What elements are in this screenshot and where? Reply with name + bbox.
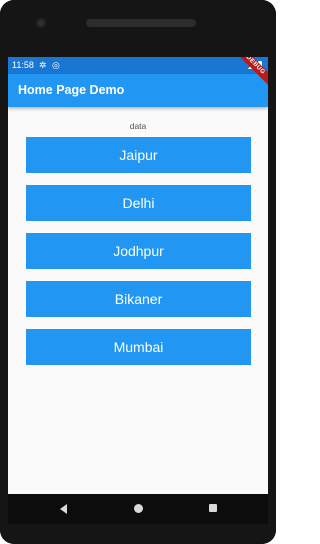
- app-bar: Home Page Demo: [8, 74, 268, 107]
- data-label: data: [129, 121, 147, 131]
- screen: 11:58 ✲ ◎ Home Page Demo DEBUG data Jaip…: [8, 57, 268, 494]
- phone-frame: 11:58 ✲ ◎ Home Page Demo DEBUG data Jaip…: [0, 0, 276, 544]
- earpiece-speaker: [86, 19, 196, 27]
- bottom-bezel: [0, 524, 276, 544]
- gear-icon: ✲: [39, 60, 47, 70]
- city-button-delhi[interactable]: Delhi: [26, 185, 251, 221]
- home-icon[interactable]: [134, 504, 143, 513]
- sync-icon: ◎: [52, 60, 60, 70]
- back-icon[interactable]: [60, 504, 67, 514]
- front-camera: [36, 18, 46, 28]
- city-button-bikaner[interactable]: Bikaner: [26, 281, 251, 317]
- top-bezel: [0, 0, 276, 57]
- status-bar: 11:58 ✲ ◎: [8, 57, 268, 74]
- recents-icon[interactable]: [209, 504, 217, 512]
- city-button-jodhpur[interactable]: Jodhpur: [26, 233, 251, 269]
- status-time: 11:58: [12, 60, 34, 70]
- city-button-mumbai[interactable]: Mumbai: [26, 329, 251, 365]
- city-button-list: Jaipur Delhi Jodhpur Bikaner Mumbai: [26, 137, 251, 377]
- navigation-bar: [8, 494, 268, 524]
- page-title: Home Page Demo: [18, 83, 125, 97]
- city-button-jaipur[interactable]: Jaipur: [26, 137, 251, 173]
- main-content: data Jaipur Delhi Jodhpur Bikaner Mumbai: [8, 107, 268, 494]
